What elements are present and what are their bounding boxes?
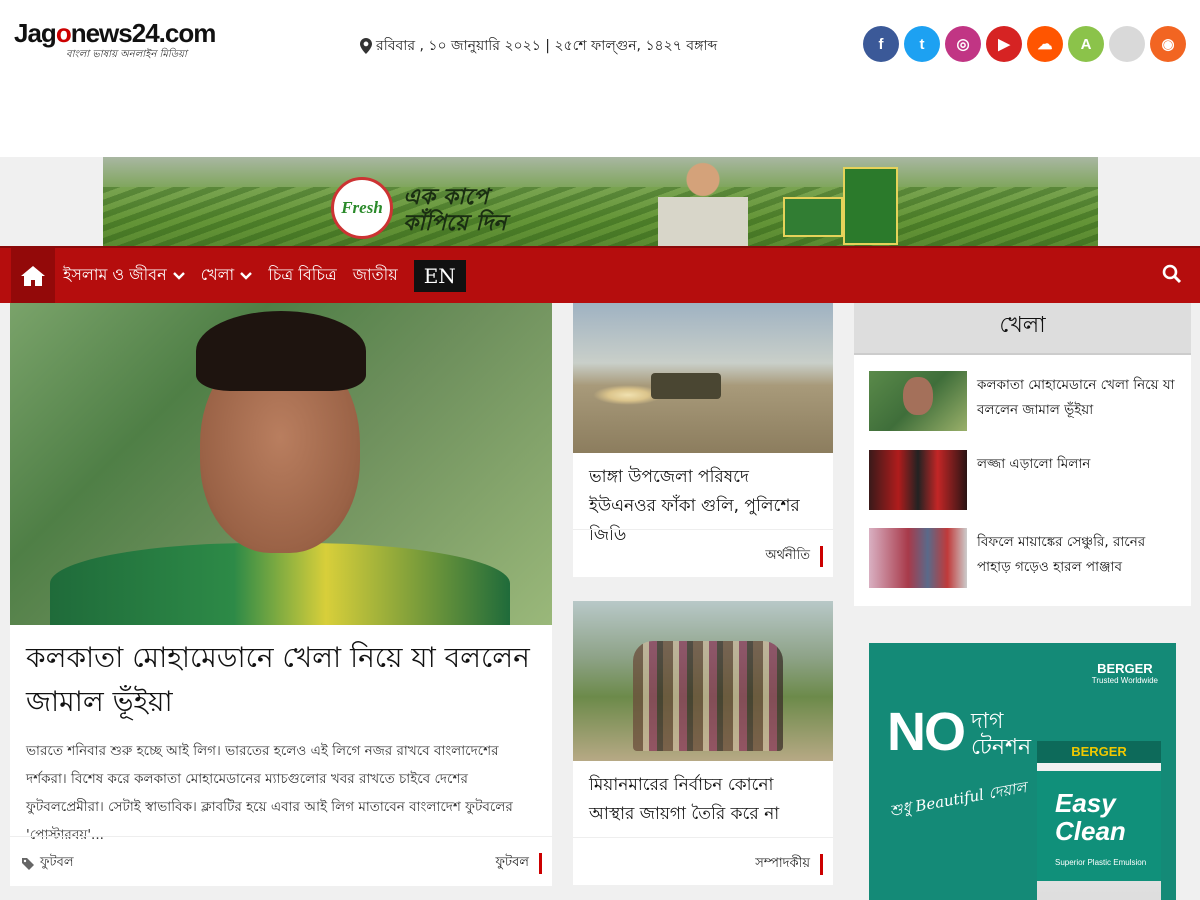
ad-model-image	[658, 157, 748, 247]
search-icon	[1162, 264, 1182, 284]
berger-brand: BERGER	[1097, 661, 1153, 676]
story-tag[interactable]: ফুটবল	[22, 853, 74, 874]
home-icon	[21, 265, 45, 286]
sidebar-heading[interactable]: খেলা	[854, 303, 1191, 355]
product-sub: Superior Plastic Emulsion	[1055, 858, 1147, 867]
tag-icon	[22, 857, 34, 870]
story-tag-label: ফুটবল	[40, 855, 74, 870]
home-button[interactable]	[11, 248, 55, 303]
nav-item-label: চিত্র বিচিত্র	[268, 265, 337, 284]
ad-slogan: এক কাপে কাঁপিয়ে দিন	[403, 185, 506, 237]
sidebar-story-title: কলকাতা মোহামেডানে খেলা নিয়ে যা বললেন জা…	[977, 377, 1175, 418]
logo-tagline: বাংলা ভাষায় অনলাইন মিডিয়া	[66, 49, 187, 60]
facebook-icon[interactable]: f	[863, 26, 899, 62]
tea-pack	[843, 167, 898, 245]
rss-icon[interactable]: ◉	[1150, 26, 1186, 62]
ad-slogan-line2: কাঁপিয়ে দিন	[403, 211, 507, 236]
story-title[interactable]: মিয়ানমারের নির্বাচন কোনো আস্থার জায়গা …	[589, 771, 821, 829]
bucket-product: Easy Clean Superior Plastic Emulsion	[1037, 771, 1161, 881]
lead-story-title[interactable]: কলকাতা মোহামেডানে খেলা নিয়ে যা বললেন জা…	[26, 636, 536, 724]
twitter-icon[interactable]: t	[904, 26, 940, 62]
apple-icon[interactable]	[1109, 26, 1145, 62]
tea-pack-small	[783, 197, 843, 237]
nav-item-label: ইসলাম ও জীবন	[63, 265, 167, 284]
ad-daag-tension: দাগ টেনশন	[971, 709, 1031, 761]
product-line1: Easy	[1055, 788, 1116, 818]
soundcloud-icon[interactable]: ☁	[1027, 26, 1063, 62]
logo-wordmark: Jagonews24.com	[14, 18, 216, 48]
main-navigation: ইসলাম ও জীবন খেলা চিত্র বিচিত্র জাতীয় E…	[0, 246, 1200, 303]
date-text: রবিবার , ১০ জানুয়ারি ২০২১ | ২৫শে ফাল্গু…	[376, 38, 718, 54]
social-links: f t ◎ ▶ ☁ A ◉	[863, 26, 1186, 62]
youtube-icon[interactable]: ▶	[986, 26, 1022, 62]
ad-beautiful-text: শুধু Beautiful দেয়াল	[888, 778, 1028, 820]
nav-item-national[interactable]: জাতীয়	[353, 262, 398, 289]
site-header: Jagonews24.com বাংলা ভাষায় অনলাইন মিডিয…	[0, 0, 1200, 157]
sidebar-story[interactable]: লজ্জা এড়ালো মিলান	[869, 450, 1184, 512]
refugees-shape	[633, 641, 783, 751]
nav-item-chitro-bichitro[interactable]: চিত্র বিচিত্র	[268, 262, 337, 289]
chevron-down-icon	[172, 271, 185, 280]
berger-sub: Trusted Worldwide	[1091, 676, 1158, 685]
story-category[interactable]: ফুটবল	[495, 853, 542, 874]
sidebar-story-title: লজ্জা এড়ালো মিলান	[977, 456, 1091, 472]
english-version-button[interactable]: EN	[413, 259, 466, 292]
sidebar-story-thumb	[869, 371, 967, 431]
story-footer: অর্থনীতি	[573, 529, 833, 577]
nav-item-islam[interactable]: ইসলাম ও জীবন	[63, 262, 185, 289]
berger-logo: BERGER Trusted Worldwide	[1092, 661, 1158, 685]
nav-item-sports[interactable]: খেলা	[201, 262, 253, 289]
site-logo[interactable]: Jagonews24.com বাংলা ভাষায় অনলাইন মিডিয…	[14, 18, 216, 74]
story-footer: সম্পাদকীয়	[573, 837, 833, 885]
nav-item-label: জাতীয়	[352, 265, 398, 284]
sidebar-story-thumb	[869, 450, 967, 510]
story-image[interactable]	[573, 601, 833, 761]
story-image[interactable]	[573, 303, 833, 453]
sidebar-story[interactable]: বিফলে মায়াঙ্কের সেঞ্চুরি, রানের পাহাড় …	[869, 528, 1184, 590]
story-card: ভাঙ্গা উপজেলা পরিষদে ইউএনওর ফাঁকা গুলি, …	[573, 303, 833, 577]
sidebar-story-thumb	[869, 528, 967, 588]
story-category[interactable]: সম্পাদকীয়	[755, 854, 823, 875]
jersey-shape	[50, 543, 510, 625]
top-ad-banner[interactable]: Fresh এক কাপে কাঁপিয়ে দিন	[103, 157, 1098, 247]
instagram-icon[interactable]: ◎	[945, 26, 981, 62]
lead-story-footer: ফুটবল ফুটবল	[10, 836, 552, 886]
map-pin-icon	[360, 38, 372, 54]
chevron-down-icon	[240, 271, 253, 280]
nav-item-label: খেলা	[200, 265, 235, 284]
dateline: রবিবার , ১০ জানুয়ারি ২০২১ | ২৫শে ফাল্গু…	[360, 34, 717, 58]
tea-garden-backdrop	[103, 187, 1098, 247]
lead-story: কলকাতা মোহামেডানে খেলা নিয়ে যা বললেন জা…	[10, 303, 552, 886]
nav-items: ইসলাম ও জীবন খেলা চিত্র বিচিত্র জাতীয় E…	[63, 248, 466, 303]
bucket-brand: BERGER	[1037, 741, 1161, 763]
story-category[interactable]: অর্থনীতি	[765, 546, 823, 567]
ad-tension: টেনশন	[971, 735, 1032, 760]
sidebar-story-title: বিফলে মায়াঙ্কের সেঞ্চুরি, রানের পাহাড় …	[977, 534, 1146, 575]
fresh-logo: Fresh	[331, 177, 393, 239]
sidebar-story[interactable]: কলকাতা মোহামেডানে খেলা নিয়ে যা বললেন জা…	[869, 371, 1184, 433]
story-card: মিয়ানমারের নির্বাচন কোনো আস্থার জায়গা …	[573, 601, 833, 885]
side-ad-banner[interactable]: BERGER Trusted Worldwide NO দাগ টেনশন শু…	[869, 643, 1176, 900]
player-hair-shape	[196, 311, 366, 391]
ad-no-text: NO	[887, 702, 966, 762]
android-icon[interactable]: A	[1068, 26, 1104, 62]
tank-shape	[651, 373, 721, 399]
ad-daag: দাগ	[971, 709, 1004, 734]
ad-slogan-line1: এক কাপে	[403, 185, 489, 210]
product-line2: Clean	[1055, 816, 1126, 846]
search-button[interactable]	[1162, 264, 1182, 288]
lead-story-image[interactable]	[10, 303, 552, 625]
lead-story-summary: ভারতে শনিবার শুরু হচ্ছে আই লিগ। ভারতের হ…	[26, 743, 513, 843]
paint-bucket: BERGER Easy Clean Superior Plastic Emuls…	[1037, 741, 1161, 900]
sports-sidebar: খেলা কলকাতা মোহামেডানে খেলা নিয়ে যা বলল…	[854, 303, 1191, 606]
